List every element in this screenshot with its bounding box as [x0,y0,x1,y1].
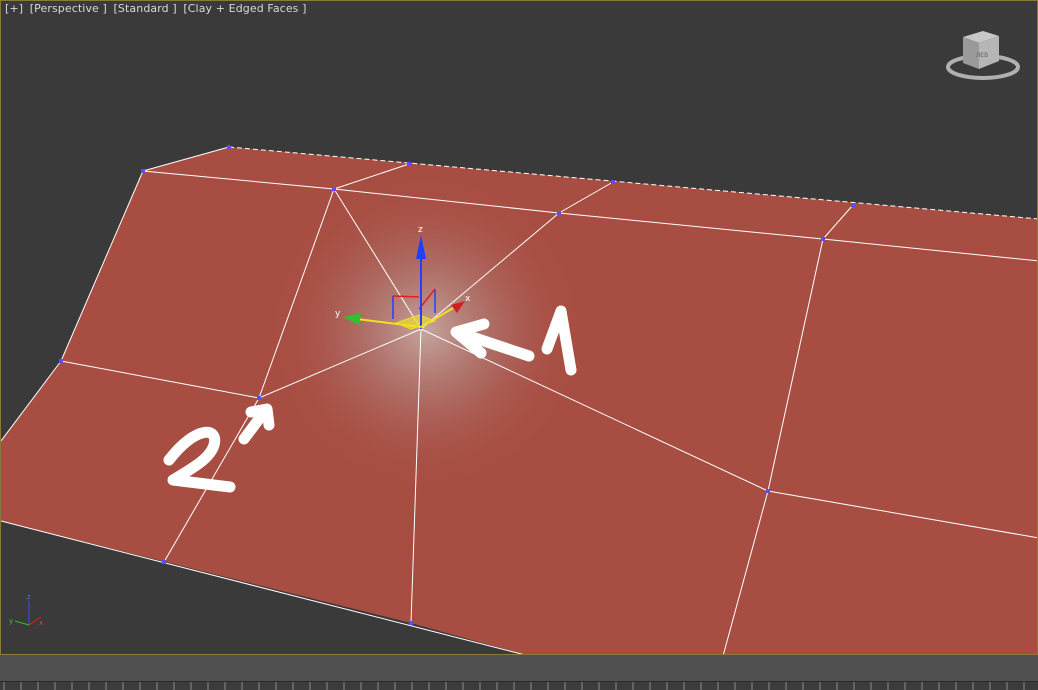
viewport-scene[interactable]: z y x ЛЕВ z y x [1,1,1038,655]
world-axis-tripod: z y x [9,593,43,627]
viewport-label-menu: [+] [Perspective ] [Standard ] [Clay + E… [5,2,310,15]
svg-text:x: x [39,619,43,627]
mesh-surface[interactable] [1,147,1038,655]
gizmo-z-label: z [418,225,423,235]
svg-text:y: y [9,617,13,625]
gizmo-y-label: y [335,309,341,319]
viewport-shading-mode-menu[interactable]: [Clay + Edged Faces ] [183,2,306,15]
viewcube-face-label: ЛЕВ [976,52,988,59]
svg-text:z: z [27,593,31,601]
viewcube[interactable]: ЛЕВ [946,31,1020,80]
viewport-general-menu[interactable]: [+] [5,2,23,15]
gizmo-x-label: x [465,294,471,304]
viewport-pov-menu[interactable]: [Perspective ] [30,2,107,15]
viewport-shading-standard-menu[interactable]: [Standard ] [114,2,177,15]
perspective-viewport[interactable]: z y x ЛЕВ z y x [+] [Perspective] [Stan… [0,0,1038,655]
